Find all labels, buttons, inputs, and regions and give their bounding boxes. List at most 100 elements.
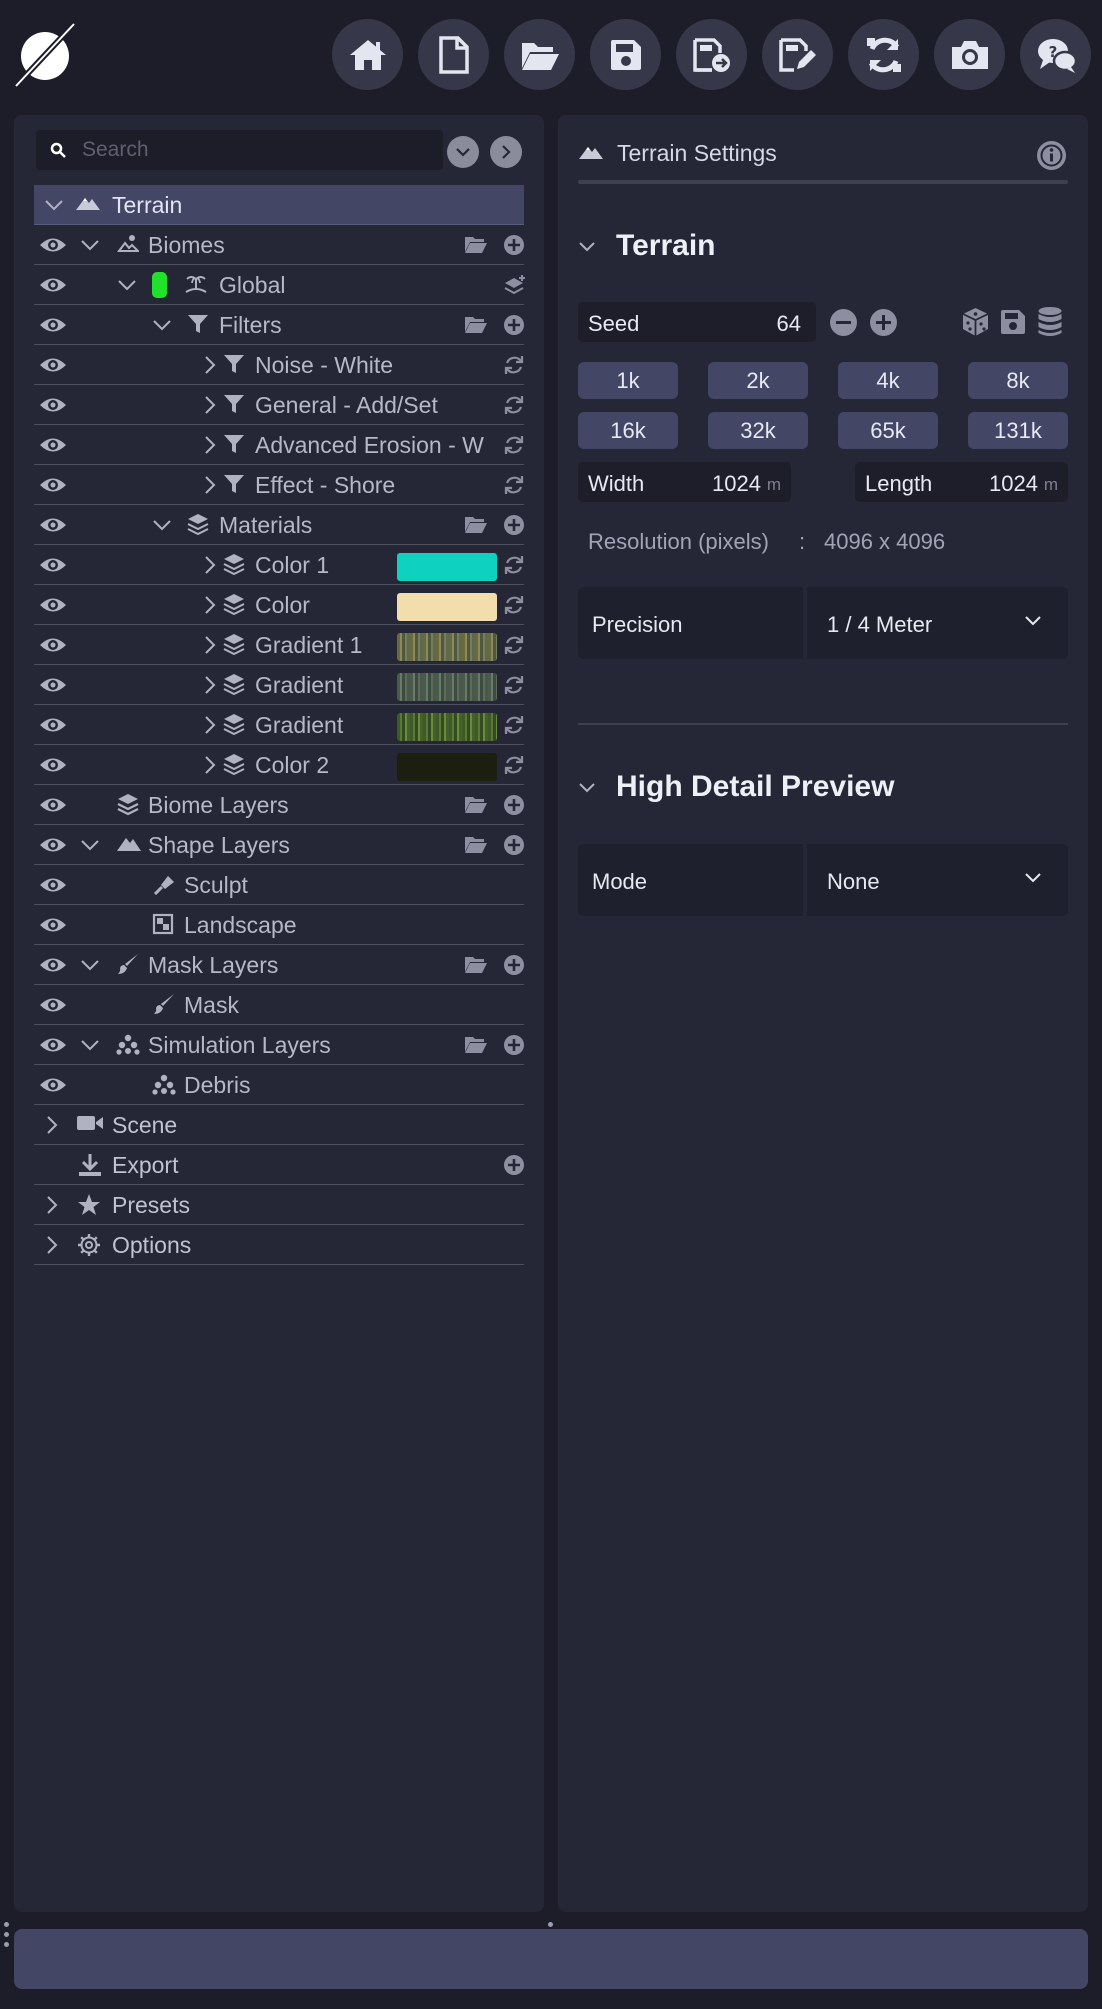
refresh-icon[interactable] xyxy=(503,594,525,616)
eye-icon[interactable] xyxy=(39,516,67,534)
search-input[interactable] xyxy=(82,130,432,170)
eye-icon[interactable] xyxy=(39,596,67,614)
chevron-down-icon[interactable] xyxy=(80,835,100,855)
tree-item-filter[interactable]: Noise - White xyxy=(34,345,524,385)
eye-icon[interactable] xyxy=(39,836,67,854)
tree-item-materials[interactable]: Materials xyxy=(34,505,524,545)
folder-icon[interactable] xyxy=(464,954,488,974)
tree-item-material[interactable]: Gradient xyxy=(34,705,524,745)
tree-item-mask[interactable]: Mask xyxy=(34,985,524,1025)
folder-icon[interactable] xyxy=(464,834,488,854)
chevron-down-icon[interactable] xyxy=(44,195,64,215)
tree-item-shape-layers[interactable]: Shape Layers xyxy=(34,825,524,865)
sync-button[interactable] xyxy=(848,19,919,90)
add-icon[interactable] xyxy=(503,514,525,536)
new-file-button[interactable] xyxy=(418,19,489,90)
screenshot-button[interactable] xyxy=(934,19,1005,90)
chevron-down-icon[interactable] xyxy=(152,315,172,335)
tree-item-landscape[interactable]: Landscape xyxy=(34,905,524,945)
color-swatch[interactable] xyxy=(397,593,497,621)
refresh-icon[interactable] xyxy=(503,634,525,656)
biome-color-tag[interactable] xyxy=(152,272,167,298)
color-swatch[interactable] xyxy=(397,753,497,781)
chevron-down-icon[interactable] xyxy=(80,235,100,255)
refresh-icon[interactable] xyxy=(503,394,525,416)
eye-icon[interactable] xyxy=(39,556,67,574)
size-preset-131k[interactable]: 131k xyxy=(968,412,1068,449)
seed-field[interactable]: Seed 64 xyxy=(578,302,816,342)
eye-icon[interactable] xyxy=(39,276,67,294)
refresh-icon[interactable] xyxy=(503,674,525,696)
home-button[interactable] xyxy=(332,19,403,90)
dice-icon[interactable] xyxy=(961,307,990,337)
precision-select[interactable]: 1 / 4 Meter xyxy=(807,587,1068,659)
refresh-icon[interactable] xyxy=(503,434,525,456)
folder-icon[interactable] xyxy=(464,514,488,534)
eye-icon[interactable] xyxy=(39,796,67,814)
color-swatch[interactable] xyxy=(397,553,497,581)
gradient-swatch[interactable] xyxy=(397,673,497,701)
eye-icon[interactable] xyxy=(39,236,67,254)
collapse-all-button[interactable] xyxy=(447,136,479,168)
layers-add-icon[interactable] xyxy=(503,274,527,296)
eye-icon[interactable] xyxy=(39,316,67,334)
refresh-icon[interactable] xyxy=(503,474,525,496)
tree-item-simulation-layers[interactable]: Simulation Layers xyxy=(34,1025,524,1065)
eye-icon[interactable] xyxy=(39,916,67,934)
size-preset-1k[interactable]: 1k xyxy=(578,362,678,399)
width-field[interactable]: Width 1024 m xyxy=(578,462,791,502)
database-icon[interactable] xyxy=(1037,306,1063,338)
size-preset-8k[interactable]: 8k xyxy=(968,362,1068,399)
size-preset-4k[interactable]: 4k xyxy=(838,362,938,399)
tree-item-material[interactable]: Color xyxy=(34,585,524,625)
tree-item-filters[interactable]: Filters xyxy=(34,305,524,345)
chevron-right-icon[interactable] xyxy=(200,435,220,455)
eye-icon[interactable] xyxy=(39,636,67,654)
eye-icon[interactable] xyxy=(39,1036,67,1054)
tree-item-material[interactable]: Gradient 1 xyxy=(34,625,524,665)
info-icon[interactable] xyxy=(1036,140,1067,171)
chevron-right-icon[interactable] xyxy=(200,635,220,655)
section-header-high-detail-preview[interactable]: High Detail Preview xyxy=(578,766,1068,810)
length-field[interactable]: Length 1024 m xyxy=(855,462,1068,502)
app-logo[interactable] xyxy=(14,20,80,92)
tree-item-global[interactable]: Global xyxy=(34,265,527,305)
refresh-icon[interactable] xyxy=(503,554,525,576)
eye-icon[interactable] xyxy=(39,756,67,774)
mode-select[interactable]: None xyxy=(807,844,1068,916)
help-button[interactable]: ? xyxy=(1020,19,1091,90)
eye-icon[interactable] xyxy=(39,956,67,974)
folder-icon[interactable] xyxy=(464,234,488,254)
decrement-icon[interactable] xyxy=(829,308,858,337)
chevron-right-icon[interactable] xyxy=(200,715,220,735)
add-icon[interactable] xyxy=(503,234,525,256)
chevron-down-icon[interactable] xyxy=(152,515,172,535)
eye-icon[interactable] xyxy=(39,436,67,454)
chevron-right-icon[interactable] xyxy=(200,555,220,575)
add-icon[interactable] xyxy=(503,954,525,976)
tree-item-debris[interactable]: Debris xyxy=(34,1065,524,1105)
section-header-terrain[interactable]: Terrain xyxy=(578,225,1068,269)
folder-icon[interactable] xyxy=(464,314,488,334)
open-folder-button[interactable] xyxy=(504,19,575,90)
chevron-down-icon[interactable] xyxy=(80,1035,100,1055)
tree-item-material[interactable]: Color 2 xyxy=(34,745,524,785)
add-icon[interactable] xyxy=(503,834,525,856)
gradient-swatch[interactable] xyxy=(397,633,497,661)
chevron-right-icon[interactable] xyxy=(200,755,220,775)
save-icon[interactable] xyxy=(1000,309,1026,335)
tree-item-sculpt[interactable]: Sculpt xyxy=(34,865,524,905)
add-icon[interactable] xyxy=(503,1154,525,1176)
tree-item-filter[interactable]: General - Add/Set xyxy=(34,385,524,425)
chevron-right-icon[interactable] xyxy=(200,475,220,495)
export-file-button[interactable] xyxy=(676,19,747,90)
folder-icon[interactable] xyxy=(464,1034,488,1054)
edit-file-button[interactable] xyxy=(762,19,833,90)
size-preset-2k[interactable]: 2k xyxy=(708,362,808,399)
length-value[interactable]: 1024 xyxy=(989,471,1038,497)
eye-icon[interactable] xyxy=(39,676,67,694)
chevron-right-icon[interactable] xyxy=(200,675,220,695)
tree-item-material[interactable]: Gradient xyxy=(34,665,524,705)
chevron-right-icon[interactable] xyxy=(200,395,220,415)
tree-item-terrain[interactable]: Terrain xyxy=(34,185,524,225)
